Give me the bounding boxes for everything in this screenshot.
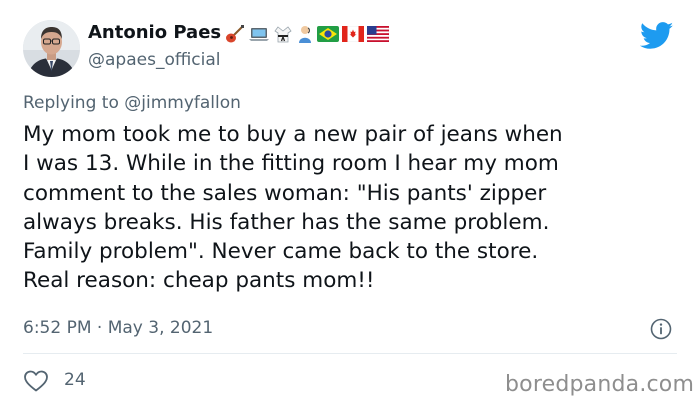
tweet-text-line: Real reason: cheap pants mom!! [23, 268, 375, 294]
tweet-text-line: comment to the sales woman: "His pants' … [23, 180, 547, 206]
like-count: 24 [64, 370, 86, 390]
reply-to-mention-link[interactable]: @jimmyfallon [124, 93, 241, 113]
deaf-person-emoji [299, 26, 311, 43]
name-emoji-row [225, 24, 389, 44]
info-icon[interactable] [650, 318, 672, 340]
author-display-name[interactable]: Antonio Paes [88, 22, 221, 43]
twitter-bird-icon[interactable] [640, 22, 674, 50]
tweet-text-line: My mom took me to buy a new pair of jean… [23, 122, 563, 147]
reply-prefix: Replying to [23, 93, 119, 113]
tweet-divider [23, 353, 677, 354]
tweet-timestamp-link[interactable]: 6:52 PM · May 3, 2021 [23, 318, 213, 338]
canada-flag-emoji [342, 26, 364, 42]
tweet-text: My mom took me to buy a new pair of jean… [23, 120, 688, 296]
brazil-flag-emoji [317, 26, 339, 42]
tweet-text-line: I was 13. While in the fitting room I he… [23, 151, 559, 177]
martial-arts-uniform-emoji [274, 26, 292, 43]
heart-outline-icon[interactable] [23, 369, 49, 393]
usa-flag-emoji [367, 26, 389, 42]
tweet-text-line: Family problem". Never came back to the … [23, 239, 539, 265]
author-handle[interactable]: @apaes_official [88, 50, 221, 70]
laptop-emoji [249, 28, 269, 41]
guitar-emoji [226, 25, 244, 43]
author-avatar[interactable] [23, 20, 80, 77]
tweet-text-line: always breaks. His father has the same p… [23, 209, 550, 235]
boredpanda-watermark: boredpanda.com [505, 372, 695, 397]
reply-context: Replying to @jimmyfallon [23, 93, 241, 113]
avatar-image [23, 20, 80, 77]
